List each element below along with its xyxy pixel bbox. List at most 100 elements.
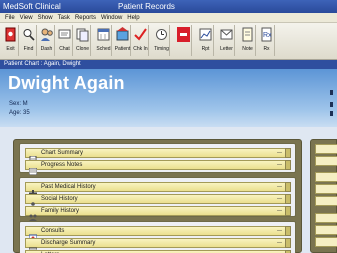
- side-field[interactable]: [315, 237, 337, 247]
- row-end-cap: [285, 206, 291, 216]
- menu-item-show[interactable]: Show: [38, 15, 53, 21]
- toolbar-button-dash[interactable]: Dash: [38, 25, 55, 56]
- toolbar-button-note[interactable]: Note: [239, 25, 256, 56]
- entry-count: —: [277, 240, 282, 246]
- chart-section-consults[interactable]: Consults —: [25, 226, 291, 242]
- patient-icon: [116, 27, 129, 42]
- entry-count: —: [277, 150, 282, 156]
- chart-summary-icon: [29, 150, 37, 164]
- toolbar-button-chat[interactable]: Chat: [56, 25, 73, 56]
- chart-section-group: Consults—Discharge Summary—Letters: [19, 221, 296, 253]
- chart-section-label: Progress Notes: [41, 162, 83, 168]
- toolbar-button-label: Clone: [75, 46, 90, 52]
- row-end-cap: [285, 160, 291, 170]
- chart-section-family-history[interactable]: Family History —: [25, 206, 291, 221]
- toolbar-button-timing[interactable]: Timing: [153, 25, 170, 56]
- side-field[interactable]: [315, 156, 337, 166]
- menu-item-help[interactable]: Help: [127, 15, 139, 21]
- menu-item-window[interactable]: Window: [101, 15, 122, 21]
- clone-icon: [76, 27, 89, 42]
- side-field[interactable]: [315, 184, 337, 194]
- chat-icon: [58, 27, 71, 42]
- menu-item-reports[interactable]: Reports: [75, 15, 96, 21]
- toolbar-button-label: Sched: [96, 46, 111, 52]
- toolbar-button-sched[interactable]: Sched: [95, 25, 112, 56]
- entry-count: —: [277, 208, 282, 214]
- chart-content: Chart Summary — Progress Notes — Past Medica…: [0, 127, 337, 253]
- family-history-icon: [29, 208, 37, 221]
- menu-item-task[interactable]: Task: [58, 15, 70, 21]
- window-title: Patient Records: [118, 2, 175, 11]
- app-title: MedSoft Clinical: [3, 2, 61, 11]
- menu-item-file[interactable]: File: [5, 15, 15, 21]
- toolbar-button-rpt[interactable]: Rpt: [197, 25, 214, 56]
- entry-count: —: [277, 196, 282, 202]
- toolbar-button-label: Exit: [6, 46, 15, 52]
- alert-icon: [177, 27, 190, 42]
- toolbar-button-chk-in[interactable]: Chk In: [132, 25, 149, 56]
- row-end-cap: [285, 182, 291, 192]
- entry-count: —: [277, 162, 282, 168]
- patient-name: Dwight Again: [8, 73, 125, 93]
- title-bar: MedSoft Clinical Patient Records: [0, 0, 337, 13]
- letter-icon: [220, 27, 233, 42]
- progress-notes-icon: [28, 162, 38, 176]
- toolbar-button-alert[interactable]: [175, 25, 192, 56]
- report-icon: [199, 27, 212, 42]
- chart-section-social-history[interactable]: Social History —: [25, 194, 291, 209]
- chart-section-group: Past Medical History — Social History — Fami…: [19, 177, 296, 221]
- dash-icon: [40, 27, 53, 42]
- side-field[interactable]: [315, 144, 337, 154]
- header-marker: [330, 102, 333, 107]
- toolbar: Exit Find Dash Chat Clone Sched Patient Chk In T…: [0, 23, 337, 60]
- right-side-panel: [310, 139, 337, 253]
- header-marker: [330, 90, 333, 95]
- chart-section-progress-notes[interactable]: Progress Notes —: [25, 160, 291, 176]
- toolbar-button-find[interactable]: Find: [20, 25, 37, 56]
- menu-item-view[interactable]: View: [20, 15, 33, 21]
- chart-section-chart-summary[interactable]: Chart Summary —: [25, 148, 291, 164]
- toolbar-button-label: Rx: [263, 46, 270, 52]
- toolbar-button-patient[interactable]: Patient: [114, 25, 131, 56]
- svg-text:Rx: Rx: [263, 32, 272, 39]
- row-end-cap: [285, 238, 291, 248]
- toolbar-button-clone[interactable]: Clone: [74, 25, 91, 56]
- toolbar-button-label: Find: [23, 46, 34, 52]
- side-field[interactable]: [315, 225, 337, 235]
- chart-section-label: Past Medical History: [41, 184, 96, 190]
- chart-section-label: Chart Summary: [41, 150, 84, 156]
- patient-header: Dwight Again Sex: M Age: 35: [0, 69, 337, 127]
- chart-sections-panel: Chart Summary — Progress Notes — Past Medica…: [13, 139, 302, 253]
- toolbar-button-label: Chat: [59, 46, 70, 52]
- check-in-icon: [134, 27, 147, 42]
- social-history-icon: [29, 196, 37, 209]
- discharge-summary-icon: [28, 240, 38, 253]
- row-end-cap: [285, 226, 291, 236]
- note-icon: [241, 27, 254, 42]
- patient-sex: Sex: M: [9, 101, 28, 107]
- medical-history-icon: [29, 184, 37, 197]
- toolbar-button-exit[interactable]: Exit: [2, 25, 19, 56]
- toolbar-button-rx[interactable]: Rx Rx: [258, 25, 275, 56]
- toolbar-button-label: Chk In: [133, 46, 148, 52]
- chart-section-discharge-summary[interactable]: Discharge Summary —: [25, 238, 291, 253]
- chart-section-past-medical-history[interactable]: Past Medical History —: [25, 182, 291, 197]
- toolbar-button-label: Dash: [40, 46, 53, 52]
- row-end-cap: [285, 148, 291, 158]
- toolbar-button-label: Patient: [114, 46, 131, 52]
- schedule-icon: [97, 27, 110, 42]
- toolbar-button-label: Letter: [220, 46, 233, 52]
- side-field[interactable]: [315, 213, 337, 223]
- side-field[interactable]: [315, 196, 337, 206]
- toolbar-button-letter[interactable]: Letter: [218, 25, 235, 56]
- chart-section-label: Discharge Summary: [41, 240, 96, 246]
- chart-section-label: Social History: [41, 196, 78, 202]
- header-marker: [330, 111, 333, 116]
- toolbar-button-label: Rpt: [201, 46, 210, 52]
- timer-icon: [155, 27, 168, 42]
- entry-count: —: [277, 184, 282, 190]
- side-field[interactable]: [315, 172, 337, 182]
- chart-section-label: Consults: [41, 228, 65, 234]
- consults-icon: [28, 228, 38, 242]
- prescription-icon: Rx: [260, 27, 273, 42]
